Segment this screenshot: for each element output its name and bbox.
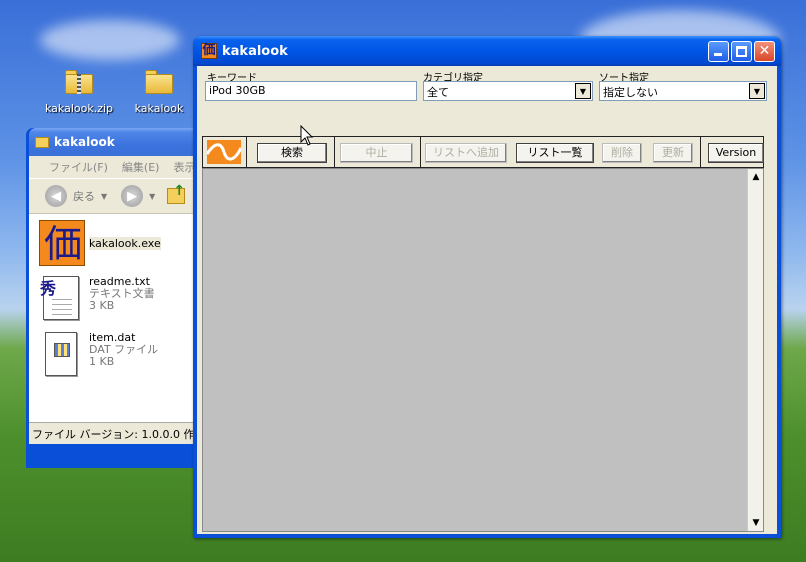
kakalook-window[interactable]: 価 kakalook ✕ キーワード iPod 30GB カテゴリ指定 全て ▼… <box>193 36 781 538</box>
version-button[interactable]: Version <box>708 143 764 163</box>
update-button[interactable]: 更新 <box>653 143 693 163</box>
window-client: キーワード iPod 30GB カテゴリ指定 全て ▼ ソート指定 指定しない … <box>197 66 777 534</box>
menu-file[interactable]: ファイル(F) <box>49 159 108 175</box>
app-icon: 価 <box>37 220 85 266</box>
wave-logo-icon <box>207 140 241 164</box>
add-to-list-button[interactable]: リストへ追加 <box>425 143 507 163</box>
sort-select[interactable]: 指定しない ▼ <box>599 81 767 101</box>
keyword-input[interactable]: iPod 30GB <box>205 81 417 101</box>
folder-icon <box>143 66 175 98</box>
desktop-icon-label: kakalook <box>134 102 184 115</box>
explorer-title: kakalook <box>54 135 115 149</box>
back-label[interactable]: 戻る <box>73 188 95 204</box>
explorer-file-list: 価 kakalook.exe 秀 readme.txt テキスト文書 3 KB <box>29 214 203 422</box>
minimize-button[interactable] <box>708 41 729 62</box>
desktop-icon-kakalook-folder[interactable]: kakalook <box>124 66 194 115</box>
list-view-button[interactable]: リスト一覧 <box>516 143 594 163</box>
explorer-menubar: ファイル(F) 編集(E) 表示 <box>29 156 203 178</box>
menu-edit[interactable]: 編集(E) <box>122 159 160 175</box>
folder-up-icon[interactable]: ↑ <box>167 183 186 204</box>
button-toolbar: 検索 中止 リストへ追加 リスト一覧 削除 更新 Version <box>202 136 764 168</box>
stop-button[interactable]: 中止 <box>340 143 413 163</box>
scroll-up-icon[interactable]: ▲ <box>748 169 764 185</box>
category-value: 全て <box>427 86 449 99</box>
file-item[interactable]: 価 kakalook.exe <box>37 220 161 266</box>
delete-button[interactable]: 削除 <box>602 143 642 163</box>
folder-icon <box>35 136 49 148</box>
maximize-button[interactable] <box>731 41 752 62</box>
chevron-down-icon[interactable]: ▼ <box>749 83 765 99</box>
app-icon: 価 <box>201 43 217 59</box>
desktop-icon-label: kakalook.zip <box>44 102 114 115</box>
sort-value: 指定しない <box>603 86 658 99</box>
scroll-down-icon[interactable]: ▼ <box>748 515 764 531</box>
file-name: kakalook.exe <box>89 237 161 250</box>
explorer-toolbar: ◀ 戻る ▼ ▶ ▼ ↑ <box>29 178 203 214</box>
results-list[interactable]: ▲ ▼ <box>202 168 764 532</box>
chevron-down-icon[interactable]: ▼ <box>149 192 155 201</box>
close-icon: ✕ <box>758 43 771 59</box>
window-title: kakalook <box>222 43 288 59</box>
maximize-icon <box>736 46 747 57</box>
search-button[interactable]: 検索 <box>257 143 327 163</box>
chevron-down-icon[interactable]: ▼ <box>101 192 107 201</box>
close-button[interactable]: ✕ <box>754 41 775 62</box>
window-titlebar[interactable]: 価 kakalook ✕ <box>193 36 781 66</box>
dat-file-icon <box>37 330 83 376</box>
explorer-status-bar: ファイル バージョン: 1.0.0.0 作成日时 <box>29 422 203 444</box>
category-select[interactable]: 全て ▼ <box>423 81 593 101</box>
cloud <box>40 20 180 60</box>
vertical-scrollbar[interactable]: ▲ ▼ <box>747 169 763 531</box>
back-arrow-icon[interactable]: ◀ <box>45 185 67 207</box>
file-size: 3 KB <box>89 299 115 312</box>
explorer-titlebar[interactable]: kakalook <box>29 128 203 156</box>
text-document-icon: 秀 <box>37 274 83 320</box>
forward-arrow-icon[interactable]: ▶ <box>121 185 144 207</box>
desktop-icon-kakalook-zip[interactable]: kakalook.zip <box>44 66 114 115</box>
file-item[interactable]: item.dat DAT ファイル 1 KB <box>37 330 158 376</box>
minimize-icon <box>714 53 722 56</box>
zip-folder-icon <box>63 66 95 98</box>
explorer-window[interactable]: kakalook ファイル(F) 編集(E) 表示 ◀ 戻る ▼ ▶ ▼ ↑ 価… <box>26 128 206 468</box>
chevron-down-icon[interactable]: ▼ <box>575 83 591 99</box>
file-item[interactable]: 秀 readme.txt テキスト文書 3 KB <box>37 274 155 320</box>
file-size: 1 KB <box>89 355 115 368</box>
